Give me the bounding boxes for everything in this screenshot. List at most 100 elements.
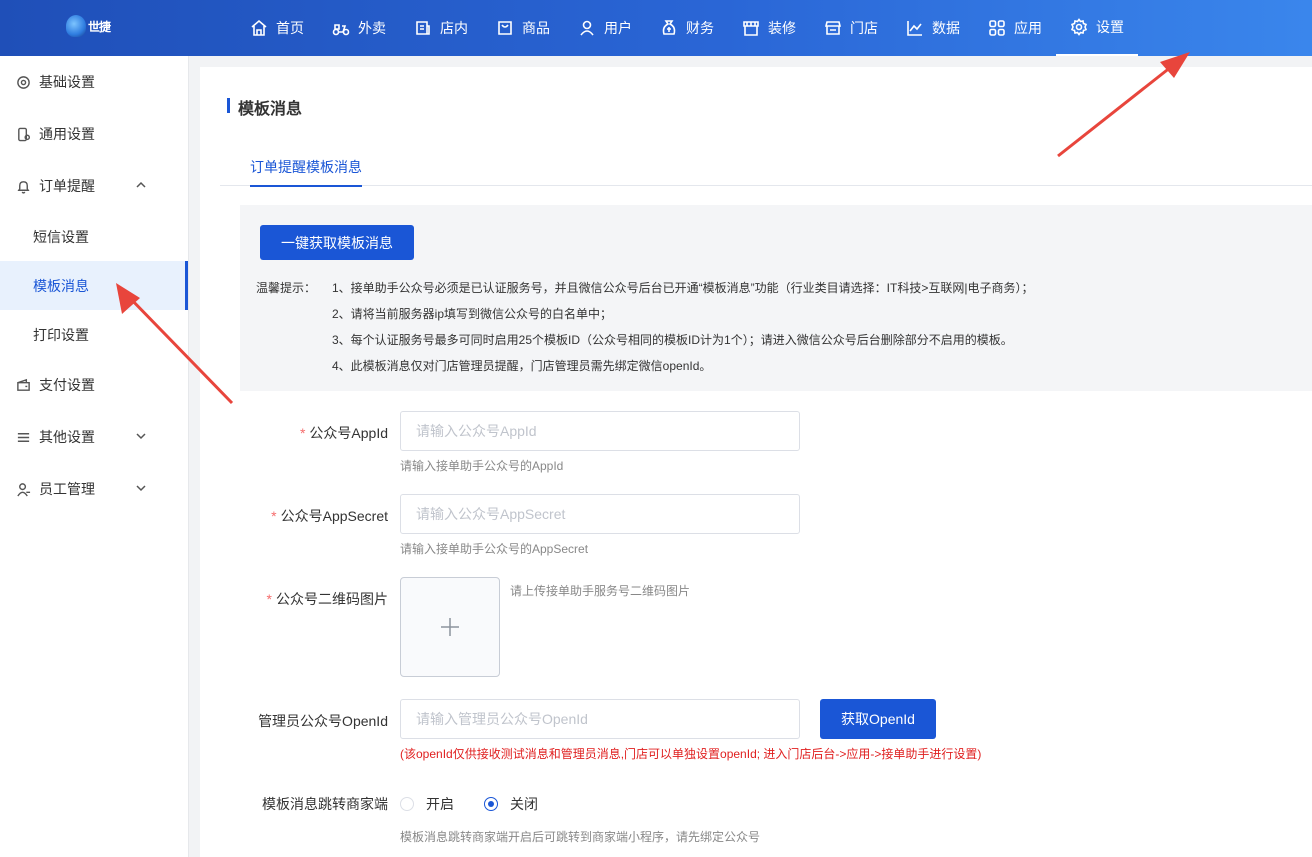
sidebar-item-label: 其他设置 <box>39 429 95 445</box>
nav-item-home[interactable]: 首页 <box>236 0 318 56</box>
sidebar-item-other-settings[interactable]: 其他设置 <box>0 411 188 463</box>
nav-item-label: 数据 <box>932 20 960 36</box>
nav-item-apps[interactable]: 应用 <box>974 0 1056 56</box>
sidebar-item-payment-settings[interactable]: 支付设置 <box>0 359 188 411</box>
tip-line: 3、每个认证服务号最多可同时启用25个模板ID（公众号相同的模板ID计为1个）；… <box>332 333 1013 347</box>
sidebar-item-label: 通用设置 <box>39 126 95 142</box>
sidebar-item-print-settings[interactable]: 打印设置 <box>0 310 188 359</box>
appsecret-label: * 公众号AppSecret <box>271 508 388 524</box>
nav-item-label: 用户 <box>604 20 632 36</box>
tip-line: 4、此模板消息仅对门店管理员提醒，门店管理员需先绑定微信openId。 <box>332 359 712 373</box>
page-title: 模板消息 <box>227 95 302 119</box>
apps-icon <box>989 20 1005 36</box>
nav-item-label: 店内 <box>440 20 468 36</box>
tips-label: 温馨提示： <box>256 281 317 295</box>
sidebar-item-basic-settings[interactable]: 基础设置 <box>0 56 188 108</box>
radio-dot <box>400 797 414 811</box>
fetch-template-button[interactable]: 一键获取模板消息 <box>260 225 414 260</box>
gear-icon <box>1070 18 1088 36</box>
openid-warning: (该openId仅供接收测试消息和管理员消息,门店可以单独设置openId; 进… <box>400 747 982 761</box>
radio-disable[interactable]: 关闭 <box>484 794 538 814</box>
logo-text: 世捷 <box>88 19 111 34</box>
nav-item-label: 外卖 <box>358 20 386 36</box>
appid-input[interactable] <box>400 411 800 451</box>
nav-item-users[interactable]: 用户 <box>564 0 646 56</box>
sidebar-item-label: 订单提醒 <box>39 178 95 194</box>
tab-order-reminder-template[interactable]: 订单提醒模板消息 <box>250 157 362 187</box>
nav-item-finance[interactable]: 财务 <box>646 0 728 56</box>
nav-item-dine-in[interactable]: 店内 <box>400 0 482 56</box>
jump-hint: 模板消息跳转商家端开启后可跳转到商家端小程序，请先绑定公众号 <box>400 830 761 844</box>
nav-item-settings[interactable]: 设置 <box>1056 0 1138 56</box>
top-navbar: 世捷 首页 外卖 店内 商品 用户 财务 装修 门店 数据 应用 设置 <box>0 0 1312 56</box>
radio-enable[interactable]: 开启 <box>400 794 454 814</box>
nav-item-products[interactable]: 商品 <box>482 0 564 56</box>
money-bag-icon <box>662 20 676 35</box>
sidebar-item-staff-management[interactable]: 员工管理 <box>0 463 188 515</box>
appid-hint: 请输入接单助手公众号的AppId <box>400 459 564 473</box>
main-content: 模板消息 订单提醒模板消息 一键获取模板消息 温馨提示： 1、接单助手公众号必须… <box>200 67 1312 857</box>
tip-line: 2、请将当前服务器ip填写到微信公众号的白名单中； <box>332 307 613 321</box>
appid-label: * 公众号AppId <box>299 425 388 441</box>
staff-icon <box>17 482 31 496</box>
plus-icon <box>441 618 459 636</box>
nav-item-label: 门店 <box>850 20 878 36</box>
gear-icon <box>17 75 30 89</box>
sidebar-item-label: 支付设置 <box>39 377 95 393</box>
appsecret-hint: 请输入接单助手公众号的AppSecret <box>400 542 589 556</box>
storefront-icon <box>824 21 842 35</box>
nav-item-takeout[interactable]: 外卖 <box>318 0 400 56</box>
wallet-icon <box>17 378 30 391</box>
logo-mark-icon <box>66 15 86 37</box>
sidebar-item-label: 基础设置 <box>39 74 95 90</box>
qrcode-label: * 公众号二维码图片 <box>266 591 388 607</box>
nav-item-label: 商品 <box>522 20 550 36</box>
required-mark: * <box>271 508 277 524</box>
main-nav: 首页 外卖 店内 商品 用户 财务 装修 门店 数据 应用 设置 <box>236 0 1138 56</box>
sidebar-item-template-message[interactable]: 模板消息 <box>0 261 188 310</box>
qrcode-upload[interactable] <box>400 577 500 677</box>
notice-panel: 一键获取模板消息 温馨提示： 1、接单助手公众号必须是已认证服务号，并且微信公众… <box>240 205 1312 391</box>
openid-label: 管理员公众号OpenId <box>258 713 388 729</box>
nav-item-label: 应用 <box>1014 20 1042 36</box>
bag-icon <box>498 21 512 35</box>
required-mark: * <box>299 425 306 441</box>
radio-dot-checked <box>484 797 498 811</box>
sidebar: 基础设置 通用设置 订单提醒 短信设置 模板消息 打印设置 支付设置 其他设置 … <box>0 56 189 857</box>
appsecret-input[interactable] <box>400 494 800 534</box>
chevron-down-icon <box>136 433 146 440</box>
home-icon <box>251 19 267 36</box>
user-icon <box>580 20 594 36</box>
radio-label: 关闭 <box>510 796 538 812</box>
phone-settings-icon <box>18 127 31 141</box>
nav-item-stores[interactable]: 门店 <box>810 0 892 56</box>
nav-item-label: 首页 <box>276 20 304 36</box>
nav-item-label: 财务 <box>686 20 714 36</box>
jump-label: 模板消息跳转商家端 <box>262 796 388 812</box>
chart-icon <box>907 21 922 36</box>
sidebar-item-sms-settings[interactable]: 短信设置 <box>0 212 188 261</box>
sidebar-item-label: 员工管理 <box>39 481 95 497</box>
chevron-down-icon <box>136 485 146 492</box>
sidebar-item-order-reminder[interactable]: 订单提醒 <box>0 160 188 212</box>
nav-item-label: 装修 <box>768 20 796 36</box>
tab-bar: 订单提醒模板消息 <box>220 147 1312 187</box>
qrcode-hint: 请上传接单助手服务号二维码图片 <box>510 584 691 598</box>
openid-input[interactable] <box>400 699 800 739</box>
tip-line: 1、接单助手公众号必须是已认证服务号，并且微信公众号后台已开通“模板消息”功能（… <box>332 281 1034 295</box>
nav-item-label: 设置 <box>1096 19 1124 35</box>
brand-logo[interactable]: 世捷 <box>66 12 116 40</box>
scooter-icon <box>332 24 350 36</box>
sidebar-item-general-settings[interactable]: 通用设置 <box>0 108 188 160</box>
nav-item-data[interactable]: 数据 <box>892 0 974 56</box>
tips-block: 温馨提示： 1、接单助手公众号必须是已认证服务号，并且微信公众号后台已开通“模板… <box>256 275 1033 379</box>
nav-item-decoration[interactable]: 装修 <box>728 0 810 56</box>
chevron-up-icon <box>136 181 146 188</box>
bell-icon <box>17 180 30 194</box>
radio-label: 开启 <box>426 796 454 812</box>
required-mark: * <box>266 591 272 607</box>
store-icon <box>416 21 430 35</box>
shop-decor-icon <box>743 21 759 36</box>
get-openid-button[interactable]: 获取OpenId <box>820 699 936 739</box>
list-icon <box>17 432 30 442</box>
